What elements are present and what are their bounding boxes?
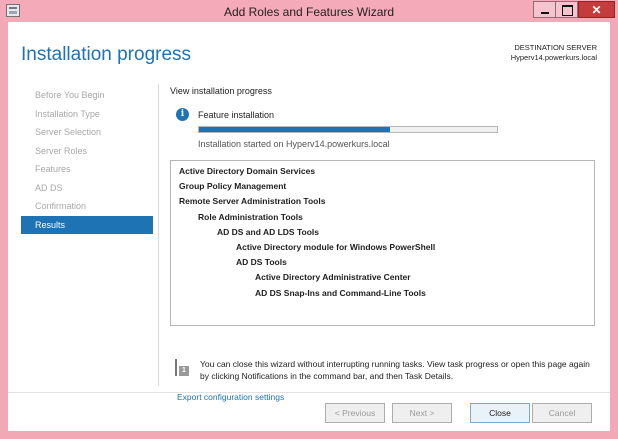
notification-count-badge: 1 xyxy=(179,366,189,376)
notice-text: You can close this wizard without interr… xyxy=(200,359,590,381)
flag-pole xyxy=(175,359,177,376)
next-button[interactable]: Next > xyxy=(392,403,452,423)
installation-progress-bar xyxy=(198,126,498,133)
minimize-button[interactable] xyxy=(533,1,556,18)
previous-button[interactable]: < Previous xyxy=(325,403,385,423)
section-title: View installation progress xyxy=(170,86,272,96)
close-window-button[interactable]: ✕ xyxy=(578,1,615,18)
close-button[interactable]: Close xyxy=(470,403,530,423)
result-item: Active Directory module for Windows Powe… xyxy=(236,241,436,252)
nav-divider xyxy=(158,84,159,386)
result-item: Active Directory Administrative Center xyxy=(255,272,411,283)
export-configuration-link[interactable]: Export configuration settings xyxy=(177,392,284,402)
wizard-client-area: Installation progress DESTINATION SERVER… xyxy=(8,22,610,431)
nav-step-features: Features xyxy=(35,164,71,174)
nav-step-results[interactable]: Results xyxy=(21,215,153,234)
footer-divider xyxy=(8,392,610,393)
wizard-steps-nav: Before You Begin Installation Type Serve… xyxy=(21,86,153,234)
destination-server-label: DESTINATION SERVER xyxy=(514,43,597,52)
destination-server-name: Hyperv14.powerkurs.local xyxy=(510,53,597,62)
window-title: Add Roles and Features Wizard xyxy=(223,5,395,19)
title-bar[interactable]: Add Roles and Features Wizard ✕ xyxy=(0,0,618,22)
nav-step-installation-type: Installation Type xyxy=(35,108,100,119)
feature-installation-label: Feature installation xyxy=(198,110,275,120)
result-item: AD DS and AD LDS Tools xyxy=(217,226,319,237)
info-icon: i xyxy=(176,108,189,121)
result-item: Group Policy Management xyxy=(179,181,287,192)
maximize-button[interactable] xyxy=(555,1,578,18)
nav-step-before-you-begin: Before You Begin xyxy=(35,90,105,100)
page-title: Installation progress xyxy=(21,44,192,65)
result-item: AD DS Tools xyxy=(236,257,287,268)
nav-step-ad-ds: AD DS xyxy=(35,182,63,193)
result-item: Active Directory Domain Services xyxy=(179,166,316,176)
nav-step-confirmation: Confirmation xyxy=(35,201,87,211)
cancel-button[interactable]: Cancel xyxy=(532,403,592,423)
nav-step-server-selection: Server Selection xyxy=(35,127,102,137)
result-item: Remote Server Administration Tools xyxy=(179,196,326,207)
result-item: AD DS Snap-Ins and Command-Line Tools xyxy=(255,287,426,298)
nav-step-server-roles: Server Roles xyxy=(35,145,88,156)
installation-status-text: Installation started on Hyperv14.powerku… xyxy=(198,139,390,149)
wizard-window: Add Roles and Features Wizard ✕ Installa… xyxy=(0,0,618,439)
close-icon: ✕ xyxy=(591,3,602,17)
result-item: Role Administration Tools xyxy=(198,211,303,222)
notification-flag-icon: 1 xyxy=(175,359,189,376)
progress-fill xyxy=(199,127,390,132)
results-list[interactable]: Active Directory Domain Services Group Po… xyxy=(170,160,595,326)
